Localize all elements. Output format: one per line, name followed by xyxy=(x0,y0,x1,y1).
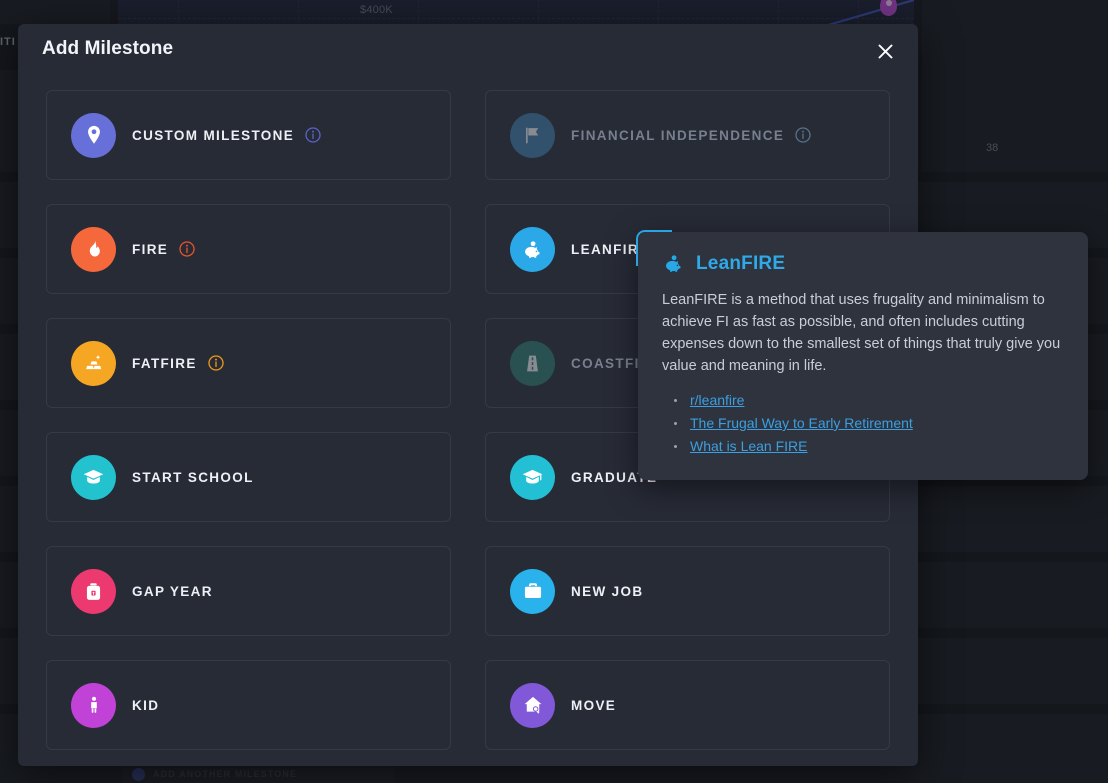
milestone-label: FIRE xyxy=(132,242,168,257)
milestone-label: FATFIRE xyxy=(132,356,197,371)
leanfire-info-tooltip: LeanFIRE LeanFIRE is a method that uses … xyxy=(638,232,1088,480)
milestone-label: GAP YEAR xyxy=(132,584,213,599)
milestone-option-gap-year[interactable]: GAP YEAR xyxy=(46,546,451,636)
milestone-label: KID xyxy=(132,698,159,713)
milestone-label: CUSTOM MILESTONE xyxy=(132,128,294,143)
milestone-option-custom-milestone[interactable]: CUSTOM MILESTONE xyxy=(46,90,451,180)
gold-bars-icon xyxy=(71,341,116,386)
page-title: Add Milestone xyxy=(42,38,173,60)
flag-icon xyxy=(510,113,555,158)
milestone-label: NEW JOB xyxy=(571,584,643,599)
tooltip-description: LeanFIRE is a method that uses frugality… xyxy=(662,289,1064,377)
graduation-cap-icon xyxy=(71,455,116,500)
map-pin-icon xyxy=(71,113,116,158)
piggy-bank-icon xyxy=(510,227,555,272)
milestone-option-fatfire[interactable]: FATFIRE xyxy=(46,318,451,408)
close-icon xyxy=(876,42,895,61)
flame-icon xyxy=(71,227,116,272)
list-item: The Frugal Way to Early Retirement xyxy=(666,412,1064,435)
milestone-option-kid[interactable]: KID xyxy=(46,660,451,750)
house-search-icon xyxy=(510,683,555,728)
milestone-option-new-job[interactable]: NEW JOB xyxy=(485,546,890,636)
milestone-option-fire[interactable]: FIRE xyxy=(46,204,451,294)
tooltip-header: LeanFIRE xyxy=(662,252,1064,275)
graduation-cap-icon xyxy=(510,455,555,500)
modal-header: Add Milestone xyxy=(18,24,918,82)
road-icon xyxy=(510,341,555,386)
milestone-label: FINANCIAL INDEPENDENCE xyxy=(571,128,784,143)
milestone-option-financial-independence: FINANCIAL INDEPENDENCE xyxy=(485,90,890,180)
briefcase-icon xyxy=(510,569,555,614)
close-button[interactable] xyxy=(868,34,902,68)
piggy-bank-icon xyxy=(662,252,685,275)
list-item: What is Lean FIRE xyxy=(666,435,1064,458)
tooltip-links-list: r/leanfire The Frugal Way to Early Retir… xyxy=(662,389,1064,458)
tooltip-link[interactable]: What is Lean FIRE xyxy=(690,438,808,454)
info-icon[interactable] xyxy=(208,355,224,371)
tooltip-title: LeanFIRE xyxy=(696,253,785,275)
milestone-label: MOVE xyxy=(571,698,616,713)
backpack-icon xyxy=(71,569,116,614)
child-icon xyxy=(71,683,116,728)
milestone-label: START SCHOOL xyxy=(132,470,254,485)
info-icon[interactable] xyxy=(795,127,811,143)
tooltip-link[interactable]: r/leanfire xyxy=(690,392,744,408)
list-item: r/leanfire xyxy=(666,389,1064,412)
milestone-option-move[interactable]: MOVE xyxy=(485,660,890,750)
info-icon[interactable] xyxy=(305,127,321,143)
info-icon[interactable] xyxy=(179,241,195,257)
milestone-option-start-school[interactable]: START SCHOOL xyxy=(46,432,451,522)
tooltip-link[interactable]: The Frugal Way to Early Retirement xyxy=(690,415,913,431)
